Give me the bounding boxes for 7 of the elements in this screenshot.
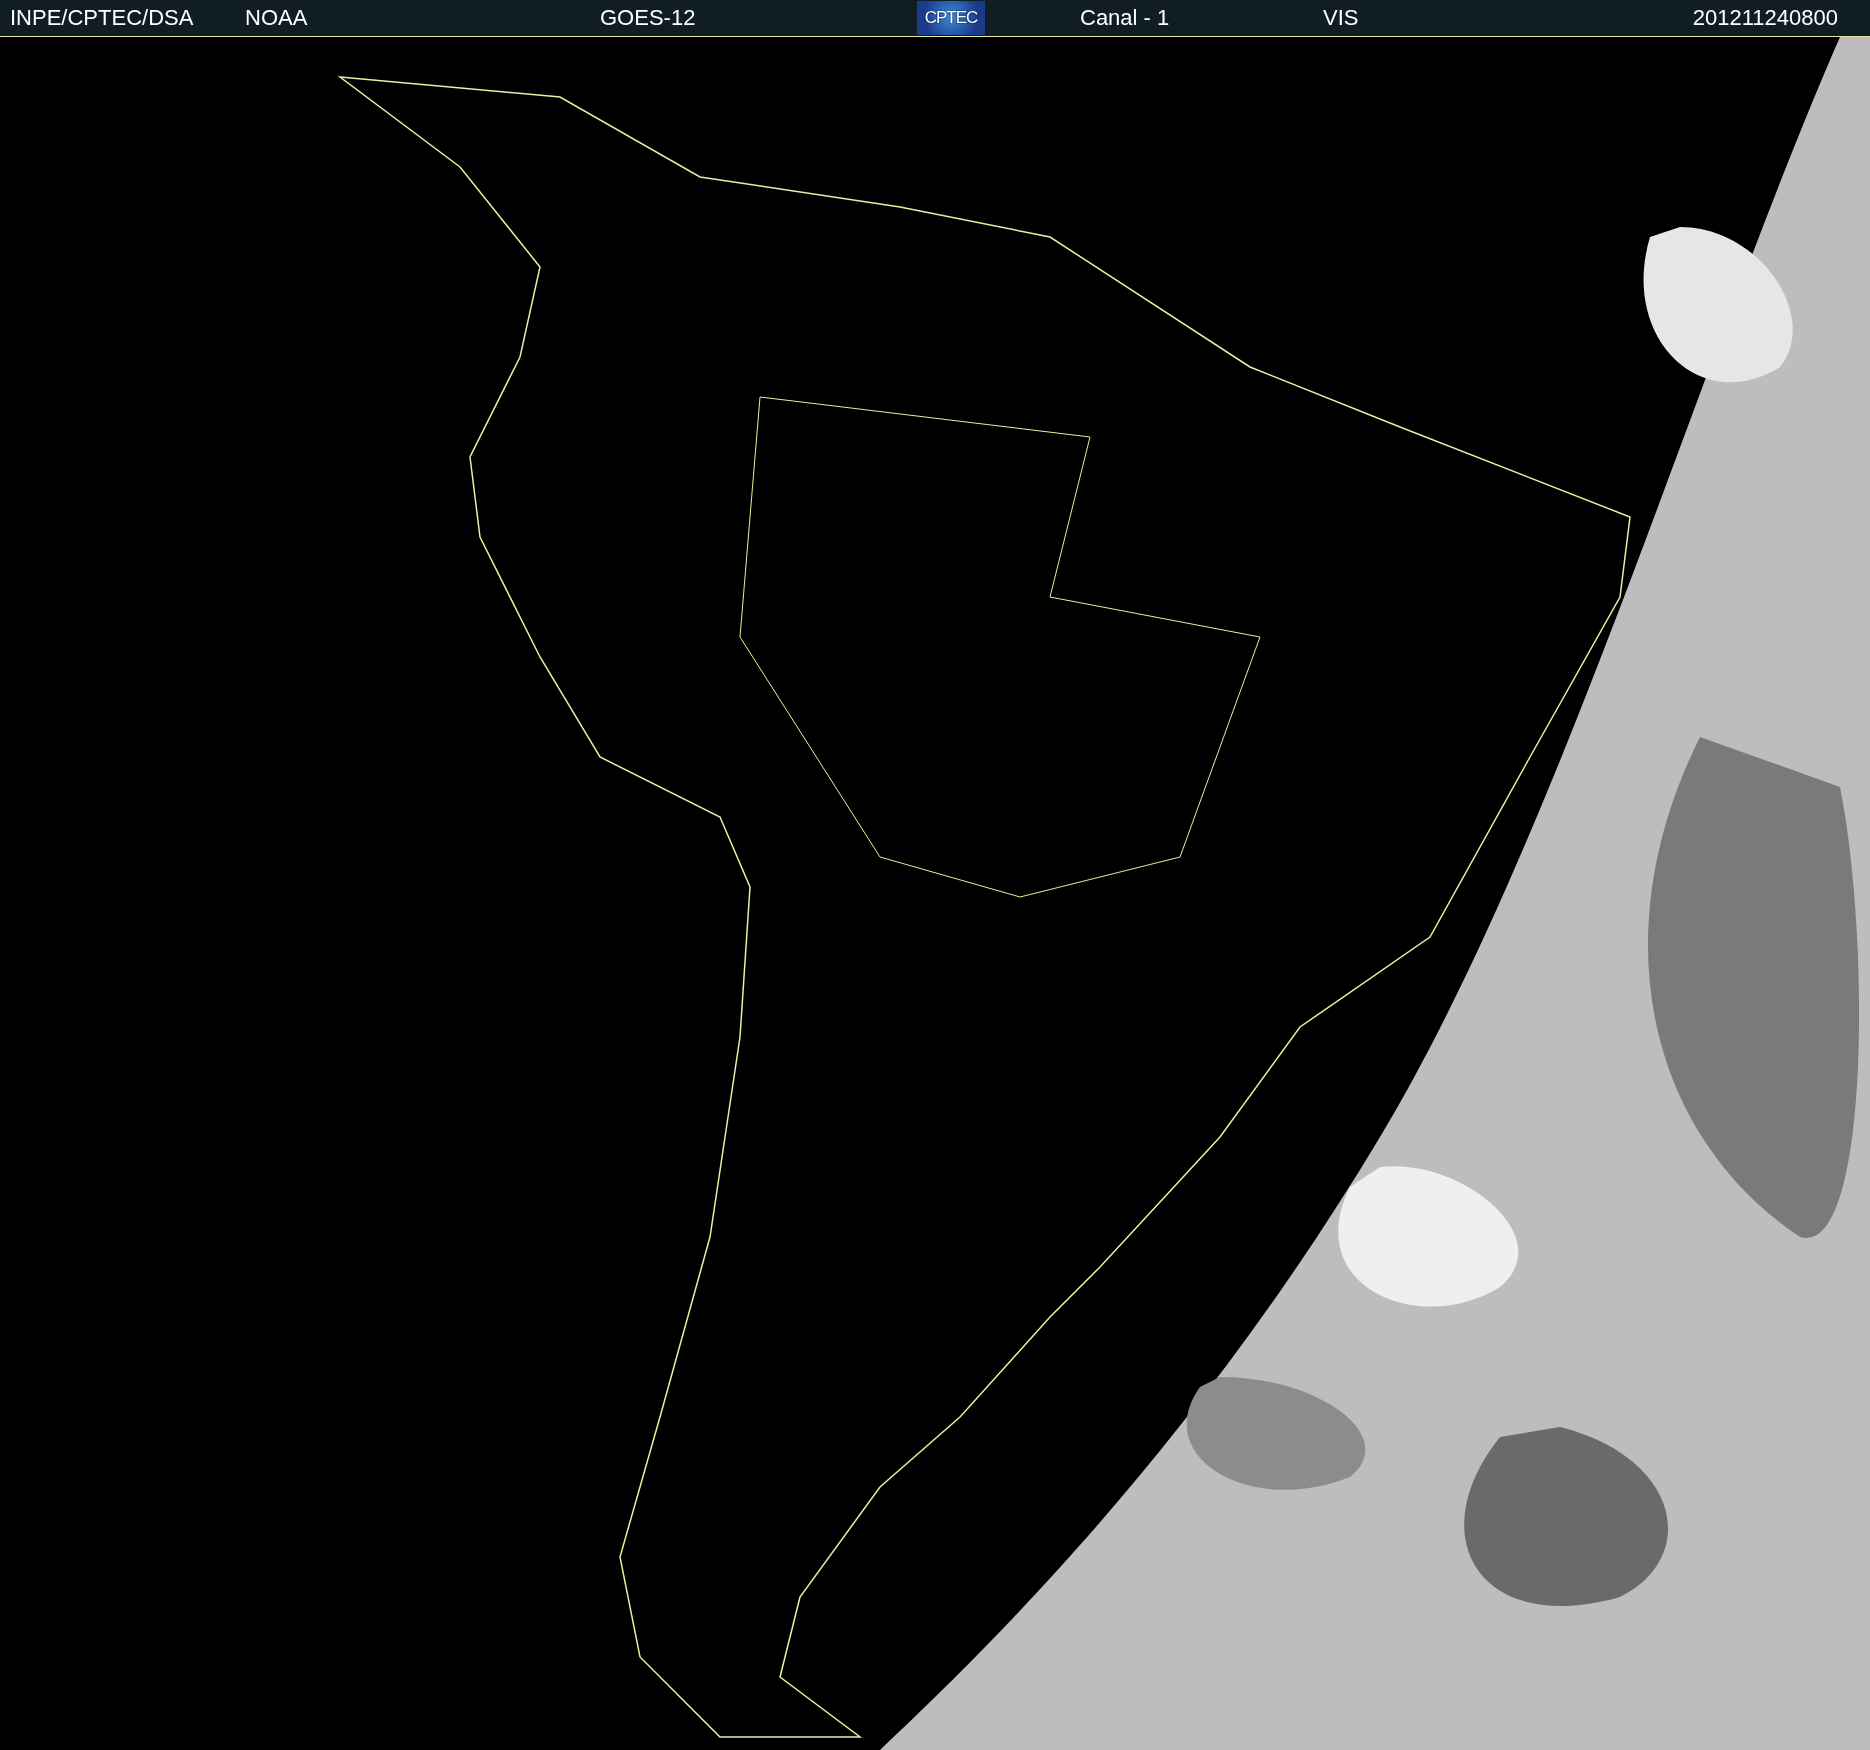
logo: CPTEC [917,1,985,35]
satellite-label: GOES-12 [600,5,696,31]
band-label: VIS [1323,5,1359,31]
agency-label: NOAA [245,5,308,31]
timestamp: 201211240800 [1692,5,1838,31]
source-label: INPE/CPTEC/DSA [10,5,194,31]
channel-label: Canal - 1 [1080,5,1170,31]
